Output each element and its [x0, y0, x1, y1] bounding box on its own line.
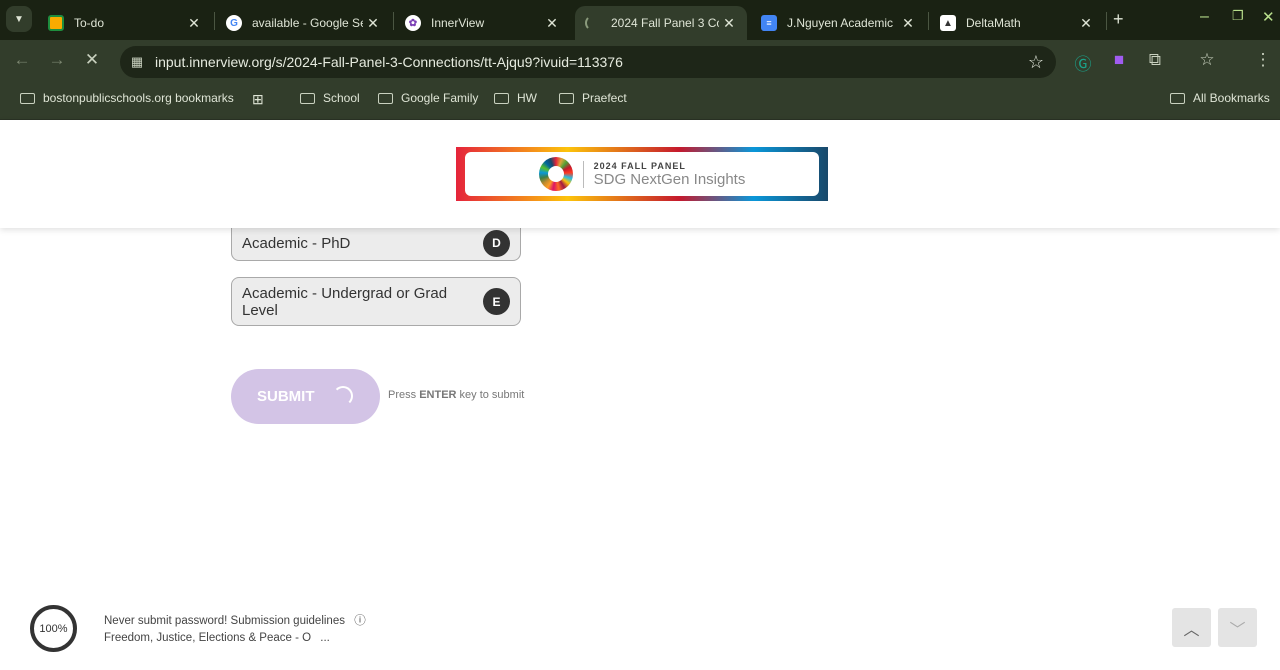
tab-todo[interactable]: To-do ✕ — [38, 6, 212, 40]
progress-indicator: 100% — [30, 605, 77, 652]
managed-folder-icon — [20, 92, 35, 104]
bookmark-bostonpublicschools[interactable]: bostonpublicschools.org bookmarks — [20, 91, 234, 105]
submit-button[interactable]: SUBMIT — [231, 369, 380, 424]
bookmark-school[interactable]: School — [300, 91, 360, 105]
bookmark-praefect[interactable]: Praefect — [559, 91, 627, 105]
close-tab-icon[interactable]: ✕ — [184, 15, 204, 32]
folder-icon — [1170, 92, 1185, 104]
folder-icon — [494, 92, 509, 104]
folder-icon — [300, 92, 315, 104]
sdg-wheel-icon — [538, 157, 573, 191]
forward-button[interactable]: → — [45, 50, 69, 70]
logo-line1: 2024 FALL PANEL — [593, 160, 686, 171]
extension-puzzle-purple-icon[interactable]: ■ — [1107, 50, 1131, 70]
previous-question-button[interactable]: ︿ — [1172, 608, 1211, 647]
close-tab-icon[interactable]: ✕ — [719, 15, 739, 32]
close-window-button[interactable]: ✕ — [1262, 8, 1275, 26]
minimize-button[interactable]: – — [1200, 8, 1209, 26]
tab-strip: ▼ To-do ✕ Gavailable - Google Se ✕ ✿ InnerV… — [0, 0, 1280, 40]
bookmark-star-icon[interactable]: ☆ — [1016, 52, 1056, 73]
tab-deltamath[interactable]: ▲ DeltaMath ✕ — [930, 6, 1104, 40]
new-tab-button[interactable]: + — [1113, 9, 1124, 30]
close-tab-icon[interactable]: ✕ — [1076, 15, 1096, 32]
stop-loading-button[interactable]: ✕ — [80, 50, 104, 70]
restore-button[interactable]: ❐ — [1232, 8, 1244, 24]
close-tab-icon[interactable]: ✕ — [542, 15, 562, 32]
apps-icon[interactable]: ⊞ — [252, 91, 264, 108]
logo-line2: SDG NextGen Insights — [593, 170, 746, 188]
extensions-icon[interactable]: ⧉ — [1143, 50, 1167, 70]
tab-google-search[interactable]: Gavailable - Google Se ✕ — [216, 6, 391, 40]
tab-2024-fall-panel[interactable]: 2024 Fall Panel 3 Co ✕ — [575, 6, 747, 40]
deltamath-icon: ▲ — [940, 15, 956, 31]
back-button[interactable]: ← — [10, 50, 34, 70]
all-bookmarks[interactable]: All Bookmarks — [1170, 91, 1270, 105]
tab-search-button[interactable]: ▼ — [6, 6, 32, 32]
google-icon: G — [226, 15, 242, 31]
loading-spinner-icon — [585, 15, 601, 31]
bookmark-hw[interactable]: HW — [494, 91, 537, 105]
sdg-logo: 2024 FALL PANEL SDG NextGen Insights — [456, 147, 828, 201]
submit-hint: Press ENTER key to submit — [388, 389, 525, 401]
loading-spinner-icon — [333, 386, 353, 406]
menu-icon[interactable]: ⋮ — [1251, 50, 1275, 70]
key-badge: D — [483, 229, 510, 257]
site-info-icon[interactable]: ▦ — [122, 54, 152, 70]
google-classroom-icon — [48, 15, 64, 31]
section-title: Freedom, Justice, Elections & Peace - O … — [104, 632, 330, 644]
download-circle-icon: ⓘ — [354, 615, 366, 627]
folder-icon — [378, 92, 393, 104]
guidelines-link[interactable]: Never submit password! Submission guidel… — [104, 612, 366, 628]
key-badge: E — [483, 288, 510, 315]
option-e[interactable]: Academic - Undergrad or Grad Level E — [231, 277, 521, 326]
folder-icon — [559, 92, 574, 104]
close-tab-icon[interactable]: ✕ — [898, 15, 918, 32]
close-tab-icon[interactable]: ✕ — [363, 15, 383, 32]
next-question-button[interactable]: ﹀ — [1218, 608, 1257, 647]
address-bar[interactable]: ▦ input.innerview.org/s/2024-Fall-Panel-… — [120, 46, 1056, 78]
grammarly-extension-icon[interactable]: Ⓖ — [1071, 50, 1095, 75]
tab-innerview[interactable]: ✿ InnerView ✕ — [395, 6, 570, 40]
url-text[interactable]: input.innerview.org/s/2024-Fall-Panel-3-… — [155, 54, 1016, 70]
google-docs-icon: ≡ — [761, 15, 777, 31]
bookmarks-star-icon[interactable]: ☆ — [1195, 50, 1219, 70]
bookmark-google-family[interactable]: Google Family — [378, 91, 478, 105]
innerview-icon: ✿ — [405, 15, 421, 31]
tab-jnguyen-academic[interactable]: ≡ J.Nguyen Academic ✕ — [751, 6, 926, 40]
